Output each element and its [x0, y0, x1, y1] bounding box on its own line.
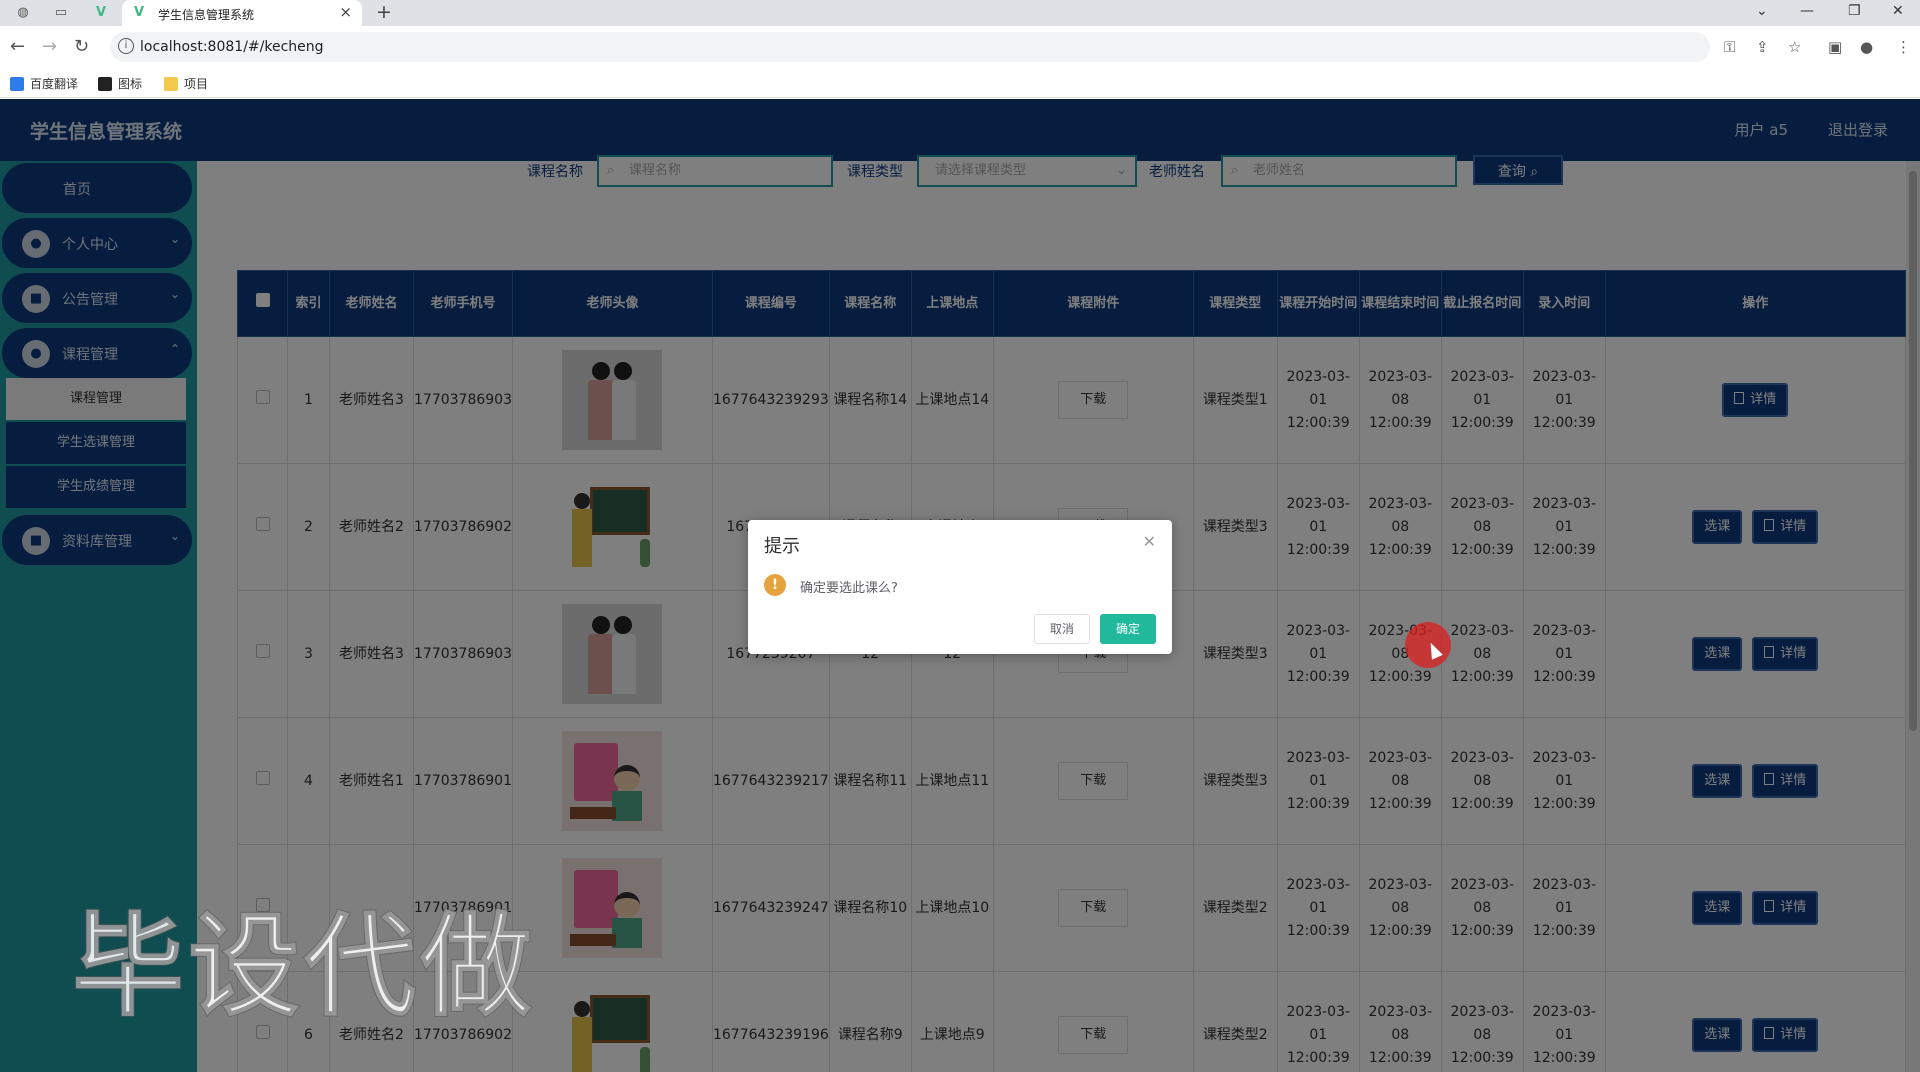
- menu-icon[interactable]: ⋮: [1896, 38, 1911, 56]
- info-icon[interactable]: i: [118, 38, 134, 54]
- vue-logo-icon: V: [134, 5, 145, 20]
- globe-icon[interactable]: ◍: [14, 4, 32, 22]
- warning-icon: !: [764, 574, 786, 596]
- dialog-message: 确定要选此课么?: [800, 581, 898, 596]
- reload-icon[interactable]: ↻: [74, 36, 89, 57]
- address-bar: ← → ↻ i localhost:8081/#/kecheng ⚿ ⇪ ☆ ▣…: [0, 26, 1920, 68]
- forward-icon[interactable]: →: [42, 36, 57, 57]
- active-tab[interactable]: V 学生信息管理系统 ×: [122, 0, 362, 26]
- watermark-text: 毕设代做: [71, 901, 536, 1033]
- profile-icon[interactable]: ●: [1860, 38, 1873, 56]
- bookmark-icons[interactable]: 图标: [98, 75, 142, 92]
- vue-icon[interactable]: V: [92, 4, 110, 22]
- tab-title: 学生信息管理系统: [158, 8, 255, 22]
- url-field[interactable]: i localhost:8081/#/kecheng: [110, 32, 1710, 62]
- back-icon[interactable]: ←: [10, 36, 25, 57]
- star-icon[interactable]: ☆: [1788, 38, 1801, 56]
- translate-icon: [10, 76, 24, 91]
- image-icon: [98, 76, 112, 91]
- sidepanel-icon[interactable]: ▣: [1828, 38, 1842, 56]
- share-icon[interactable]: ⇪: [1756, 38, 1769, 56]
- confirm-button[interactable]: 确定: [1100, 614, 1156, 644]
- bookmarks-bar: 百度翻译 图标 项目: [0, 68, 1920, 98]
- new-tab-icon[interactable]: +: [376, 1, 392, 23]
- browser-tab-bar: ◍ ▭ V V 学生信息管理系统 × + ⌄ — ❐ ✕: [0, 0, 1920, 26]
- tab-icon[interactable]: ▭: [52, 4, 70, 22]
- bookmark-project[interactable]: 项目: [164, 75, 208, 92]
- confirm-dialog: 提示 ✕ ! 确定要选此课么? 取消 确定: [748, 520, 1172, 654]
- bookmark-baidu-translate[interactable]: 百度翻译: [10, 75, 78, 92]
- minimize-icon[interactable]: —: [1800, 3, 1814, 19]
- url-text: localhost:8081/#/kecheng: [140, 39, 324, 55]
- key-icon[interactable]: ⚿: [1724, 38, 1735, 56]
- close-tab-icon[interactable]: ×: [339, 3, 352, 21]
- close-window-icon[interactable]: ✕: [1892, 3, 1904, 19]
- folder-icon: [164, 76, 178, 91]
- cancel-button[interactable]: 取消: [1034, 614, 1090, 644]
- close-icon[interactable]: ✕: [1143, 532, 1156, 551]
- dialog-title: 提示: [764, 536, 800, 557]
- restore-icon[interactable]: ❐: [1848, 3, 1861, 19]
- tab-search-icon[interactable]: ⌄: [1756, 3, 1768, 19]
